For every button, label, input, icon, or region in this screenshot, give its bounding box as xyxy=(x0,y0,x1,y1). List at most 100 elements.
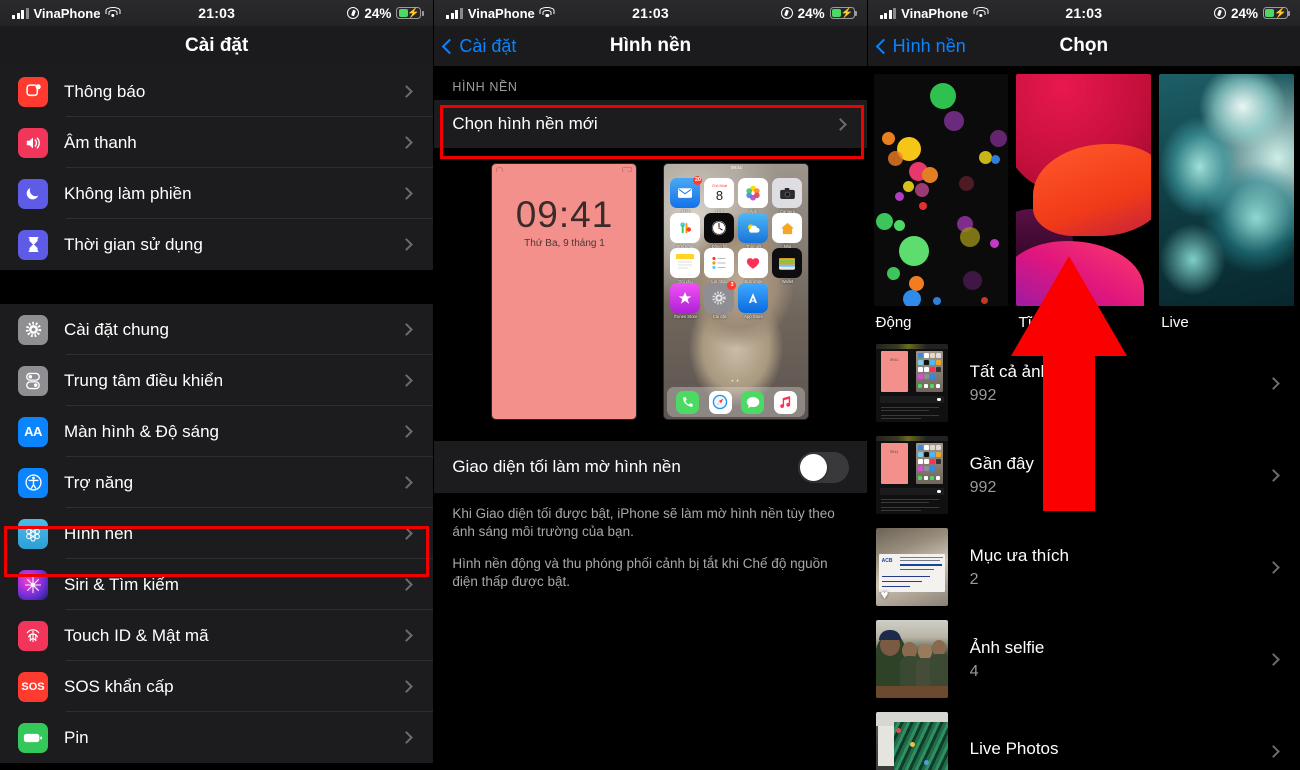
sidebar-item-display-brightness[interactable]: AA Màn hình & Độ sáng xyxy=(0,406,434,457)
back-label: Cài đặt xyxy=(459,35,517,56)
chevron-right-icon xyxy=(1267,652,1280,666)
back-label: Hình nền xyxy=(892,35,966,56)
battery-icon xyxy=(18,722,48,753)
back-button-wallpaper[interactable]: Hình nền xyxy=(868,36,966,57)
sidebar-item-battery[interactable]: Pin xyxy=(0,712,433,763)
app-icon-notes[interactable]: Ghi chú xyxy=(670,248,701,284)
chevron-left-icon xyxy=(442,38,458,54)
album-name: Live Photos xyxy=(969,738,1059,758)
app-icon-reminders[interactable]: Lời nhắc xyxy=(704,248,735,284)
home-screen-preview[interactable]: 09:41 20 Mail Chủ Nhật 8 Lịch Ảnh Camera… xyxy=(664,164,809,419)
do-not-disturb-icon xyxy=(18,178,48,209)
battery-percent-label: 24% xyxy=(1230,5,1258,21)
sidebar-label: SOS khẩn cấp xyxy=(64,676,174,696)
sidebar-item-notifications[interactable]: Thông báo xyxy=(0,66,434,117)
status-bar-choose: VinaPhone 21:03 24% ⚡ xyxy=(867,0,1300,26)
app-icon-music[interactable] xyxy=(773,390,797,414)
sidebar-item-general[interactable]: Cài đặt chung xyxy=(0,304,434,355)
app-icon-calendar[interactable]: Chủ Nhật 8 Lịch xyxy=(704,178,735,214)
sidebar-label: Thông báo xyxy=(64,81,146,101)
album-row-selfies[interactable]: Ảnh selfie 4 xyxy=(868,613,1300,705)
sidebar-label: Pin xyxy=(64,727,89,747)
chevron-right-icon xyxy=(400,425,414,438)
badge-count: 3 xyxy=(727,281,737,290)
cellular-bars-icon xyxy=(879,7,897,19)
control-center-icon xyxy=(18,365,48,396)
chevron-right-icon xyxy=(1267,468,1280,482)
app-icon-phone[interactable] xyxy=(676,390,700,414)
siri-icon xyxy=(18,569,48,600)
status-left: VinaPhone xyxy=(12,6,198,21)
sidebar-label: Màn hình & Độ sáng xyxy=(64,421,219,441)
dark-appearance-toggle-row[interactable]: Giao diện tối làm mờ hình nền xyxy=(434,441,867,493)
dark-appearance-label: Giao diện tối làm mờ hình nền xyxy=(452,457,681,476)
red-arrow-annotation xyxy=(1010,256,1127,511)
sidebar-item-wallpaper[interactable]: Hình nền xyxy=(0,508,434,559)
sidebar-label: Âm thanh xyxy=(64,132,137,152)
gear-icon xyxy=(18,314,48,345)
app-icon-app-store[interactable]: App Store xyxy=(738,283,769,319)
app-icon-safari[interactable] xyxy=(708,390,732,414)
bank-card-photo-thumb: ACB ♥ xyxy=(875,528,948,606)
choose-pane: VinaPhone 21:03 24% ⚡ Hình nền Chọn Động… xyxy=(866,0,1300,770)
sidebar-item-control-center[interactable]: Trung tâm điều khiển xyxy=(0,355,434,406)
app-icon-clock[interactable]: Đồng hồ xyxy=(704,213,735,249)
choose-navbar: Hình nền Chọn xyxy=(867,26,1300,66)
app-icon-itunes-store[interactable]: iTunes Store xyxy=(670,283,701,319)
battery-charging-icon: ⚡ xyxy=(1263,7,1291,19)
sidebar-item-do-not-disturb[interactable]: Không làm phiền xyxy=(0,168,434,219)
app-label: Cài đặt xyxy=(712,313,727,319)
status-left: VinaPhone xyxy=(446,6,632,21)
sidebar-item-screen-time[interactable]: Thời gian sử dụng xyxy=(0,219,433,270)
app-icon-photos[interactable]: Ảnh xyxy=(738,178,769,214)
sidebar-item-siri-search[interactable]: Siri & Tìm kiếm xyxy=(0,559,434,610)
battery-percent-label: 24% xyxy=(364,5,392,21)
back-button-settings[interactable]: Cài đặt xyxy=(434,36,516,57)
screen-time-icon xyxy=(18,229,48,260)
clock-label: 21:03 xyxy=(198,5,236,21)
calendar-day: 8 xyxy=(715,188,724,203)
sidebar-item-accessibility[interactable]: Trợ năng xyxy=(0,457,434,508)
sidebar-label: Trợ năng xyxy=(64,472,134,492)
preview-status-time: 09:41 xyxy=(730,165,743,170)
album-row-favorites[interactable]: ACB ♥ Mục ưa thích 2 xyxy=(868,521,1300,613)
wallpaper-pane: VinaPhone 21:03 24% ⚡ Cài đặt Hình nền H… xyxy=(433,0,867,770)
category-dynamic[interactable]: Động xyxy=(873,74,1009,331)
category-live[interactable]: Live xyxy=(1159,74,1294,331)
choose-new-wallpaper-row[interactable]: Chọn hình nền mới xyxy=(434,100,866,148)
cellular-bars-icon xyxy=(446,7,463,19)
app-label: App Store xyxy=(744,313,763,319)
dark-appearance-switch[interactable] xyxy=(797,451,849,483)
battery-charging-icon: ⚡ xyxy=(829,7,858,19)
settings-screenshot-thumb xyxy=(875,344,948,422)
app-icon-health[interactable]: Sức khỏe xyxy=(670,213,701,249)
sidebar-item-touch-id-passcode[interactable]: Touch ID & Mật mã xyxy=(0,610,434,661)
touch-id-icon xyxy=(18,620,48,651)
app-icon-weather[interactable]: Thời tiết xyxy=(738,213,769,249)
chevron-right-icon xyxy=(400,578,414,591)
choose-new-wallpaper-label: Chọn hình nền mới xyxy=(452,114,598,133)
chevron-right-icon xyxy=(400,527,414,540)
sidebar-item-emergency-sos[interactable]: SOS SOS khẩn cấp xyxy=(0,661,434,712)
app-icon-camera[interactable]: Camera xyxy=(772,178,803,214)
chevron-right-icon xyxy=(400,629,414,642)
app-icon-health-2[interactable]: Sức khỏe xyxy=(738,248,769,284)
album-row-live-photos[interactable]: Live Photos xyxy=(868,705,1300,770)
battery-percent-label: 24% xyxy=(797,5,825,21)
app-label: iTunes Store xyxy=(673,313,698,319)
status-right: 24% ⚡ xyxy=(669,5,858,21)
location-services-icon xyxy=(347,7,360,19)
section-header-wallpaper: HÌNH NỀN xyxy=(434,66,867,100)
clock-label: 21:03 xyxy=(632,5,669,21)
battery-icon xyxy=(622,167,633,172)
lock-screen-preview[interactable]: 09:41 Thứ Ba, 9 tháng 1 xyxy=(492,164,637,419)
app-icon-mail[interactable]: 20 Mail xyxy=(670,176,703,214)
app-icon-settings[interactable]: 3 Cài đặt xyxy=(704,281,737,319)
app-icon-home[interactable]: Nhà xyxy=(772,213,803,249)
album-name: Mục ưa thích xyxy=(969,545,1069,565)
sidebar-item-sounds[interactable]: Âm thanh xyxy=(0,117,434,168)
chevron-right-icon xyxy=(833,117,847,131)
chevron-right-icon xyxy=(400,238,414,251)
app-icon-messages[interactable] xyxy=(741,390,765,414)
app-icon-wallet[interactable]: Wallet xyxy=(772,248,803,284)
